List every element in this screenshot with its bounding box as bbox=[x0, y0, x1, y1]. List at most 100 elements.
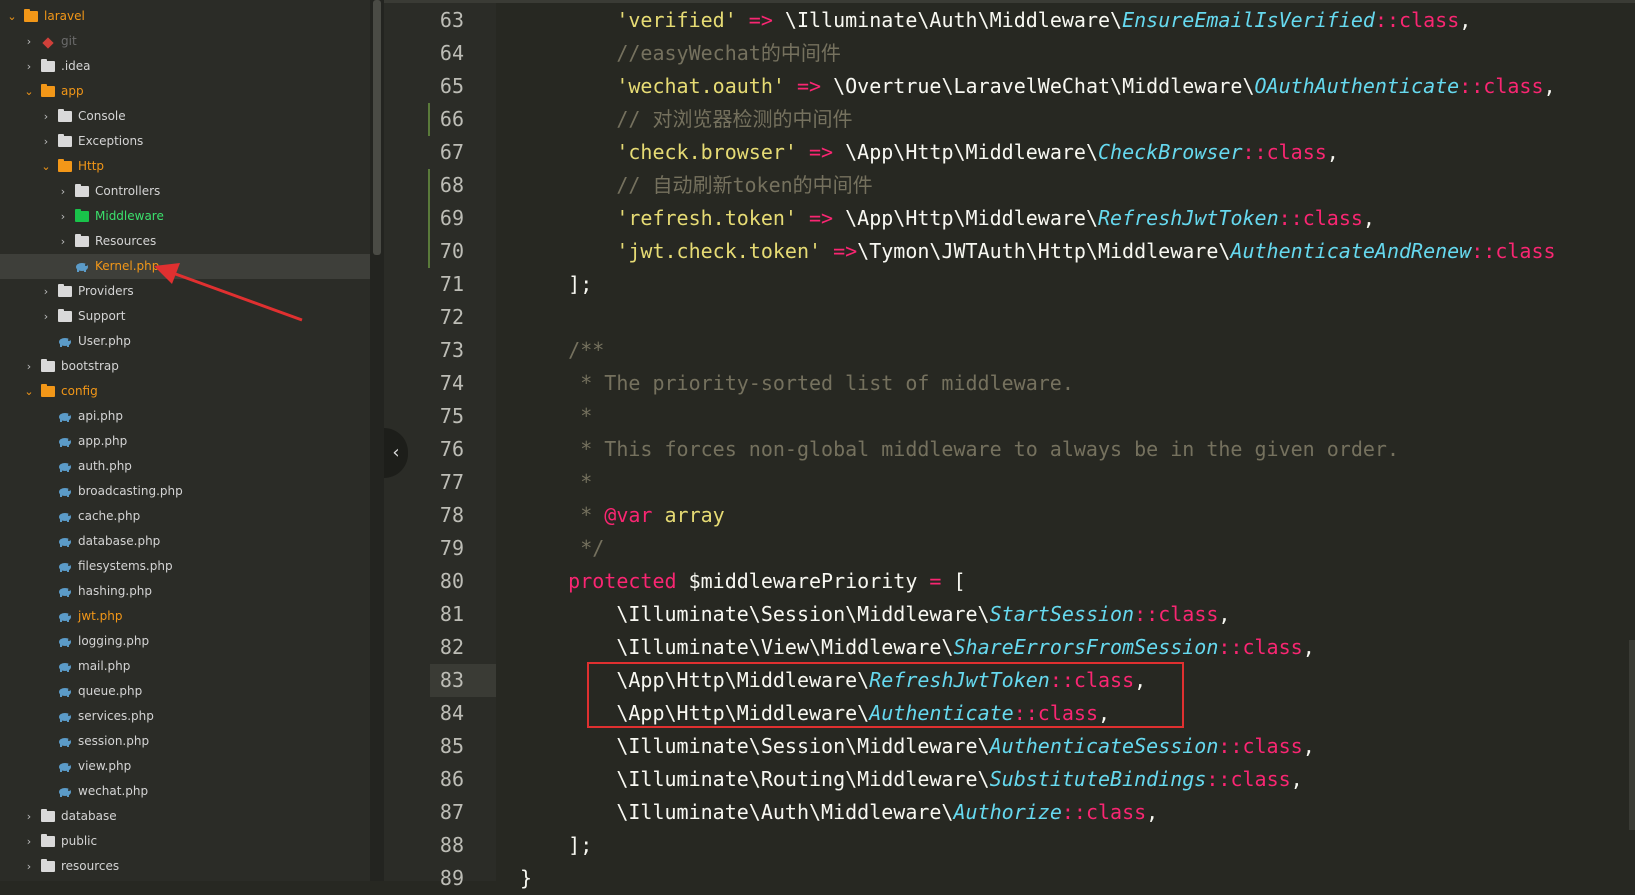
chevron-right-icon[interactable]: › bbox=[23, 54, 35, 79]
tree-item-resources[interactable]: › Resources bbox=[0, 229, 370, 254]
line-number: 87 bbox=[439, 800, 464, 824]
line-number: 84 bbox=[439, 701, 464, 725]
code-line[interactable]: ]; bbox=[520, 829, 1635, 862]
code-token: => bbox=[796, 140, 846, 164]
code-line[interactable]: \Illuminate\Session\Middleware\Authentic… bbox=[520, 730, 1635, 763]
code-line[interactable]: * bbox=[520, 400, 1635, 433]
tree-item-mail-php[interactable]: mail.php bbox=[0, 654, 370, 679]
chevron-right-icon[interactable]: › bbox=[57, 229, 69, 254]
code-token: * bbox=[520, 503, 605, 527]
tree-item-filesystems-php[interactable]: filesystems.php bbox=[0, 554, 370, 579]
code-line[interactable]: * This forces non-global middleware to a… bbox=[520, 433, 1635, 466]
tree-item-bootstrap[interactable]: › bootstrap bbox=[0, 354, 370, 379]
code-line[interactable]: 'wechat.oauth' => \Overtrue\LaravelWeCha… bbox=[520, 70, 1635, 103]
chevron-down-icon[interactable]: ⌄ bbox=[40, 154, 52, 179]
tree-item-view-php[interactable]: view.php bbox=[0, 754, 370, 779]
tree-item-label: app.php bbox=[78, 434, 128, 448]
chevron-down-icon[interactable]: ⌄ bbox=[23, 79, 35, 104]
line-number: 74 bbox=[439, 371, 464, 395]
code-token: \Illuminate\Session\Middleware\ bbox=[520, 602, 990, 626]
tree-item-app-php[interactable]: app.php bbox=[0, 429, 370, 454]
chevron-right-icon[interactable]: › bbox=[23, 354, 35, 379]
tree-item-public[interactable]: › public bbox=[0, 829, 370, 854]
code-line[interactable]: \Illuminate\Session\Middleware\StartSess… bbox=[520, 598, 1635, 631]
tree-item-console[interactable]: › Console bbox=[0, 104, 370, 129]
code-line[interactable]: // 对浏览器检测的中间件 bbox=[520, 103, 1635, 136]
chevron-right-icon[interactable]: › bbox=[40, 304, 52, 329]
tree-item-app[interactable]: ⌄ app bbox=[0, 79, 370, 104]
tree-item-user-php[interactable]: User.php bbox=[0, 329, 370, 354]
code-token: , bbox=[1146, 800, 1159, 824]
code-line[interactable]: 'check.browser' => \App\Http\Middleware\… bbox=[520, 136, 1635, 169]
code-line[interactable]: // 自动刷新token的中间件 bbox=[520, 169, 1635, 202]
code-line[interactable]: /** bbox=[520, 334, 1635, 367]
tree-item-middleware[interactable]: › Middleware bbox=[0, 204, 370, 229]
code-line[interactable]: * @var array bbox=[520, 499, 1635, 532]
tree-item-cache-php[interactable]: cache.php bbox=[0, 504, 370, 529]
sidebar-scrollbar-thumb[interactable] bbox=[373, 0, 381, 255]
tree-item-queue-php[interactable]: queue.php bbox=[0, 679, 370, 704]
chevron-right-icon[interactable]: › bbox=[40, 129, 52, 154]
code-line[interactable]: ]; bbox=[520, 268, 1635, 301]
tree-item-database[interactable]: › database bbox=[0, 804, 370, 829]
tree-item-label: auth.php bbox=[78, 459, 132, 473]
php-file-icon bbox=[58, 485, 72, 498]
code-line[interactable]: \Illuminate\Routing\Middleware\Substitut… bbox=[520, 763, 1635, 796]
chevron-down-icon[interactable]: ⌄ bbox=[6, 4, 18, 29]
chevron-right-icon[interactable]: › bbox=[23, 29, 35, 54]
code-line[interactable]: \Illuminate\View\Middleware\ShareErrorsF… bbox=[520, 631, 1635, 664]
code-token: , bbox=[1218, 602, 1231, 626]
tree-item-laravel[interactable]: ⌄ laravel bbox=[0, 4, 370, 29]
editor-scrollbar[interactable] bbox=[1629, 640, 1635, 830]
chevron-right-icon[interactable]: › bbox=[57, 179, 69, 204]
tree-item-git[interactable]: › git bbox=[0, 29, 370, 54]
chevron-right-icon[interactable]: › bbox=[23, 854, 35, 879]
code-line[interactable]: } bbox=[520, 862, 1635, 895]
code-line[interactable]: 'refresh.token' => \App\Http\Middleware\… bbox=[520, 202, 1635, 235]
tree-item-exceptions[interactable]: › Exceptions bbox=[0, 129, 370, 154]
line-number: 72 bbox=[439, 305, 464, 329]
tree-item-broadcasting-php[interactable]: broadcasting.php bbox=[0, 479, 370, 504]
line-number: 78 bbox=[439, 503, 464, 527]
tree-item-auth-php[interactable]: auth.php bbox=[0, 454, 370, 479]
tree-item-services-php[interactable]: services.php bbox=[0, 704, 370, 729]
code-line[interactable]: \Illuminate\Auth\Middleware\Authorize::c… bbox=[520, 796, 1635, 829]
tree-item-database-php[interactable]: database.php bbox=[0, 529, 370, 554]
tree-item-config[interactable]: ⌄ config bbox=[0, 379, 370, 404]
tree-item-label: Http bbox=[78, 159, 105, 173]
tree-item-resources[interactable]: › resources bbox=[0, 854, 370, 879]
tree-item-controllers[interactable]: › Controllers bbox=[0, 179, 370, 204]
tree-item-label: Support bbox=[78, 309, 126, 323]
code-line[interactable]: */ bbox=[520, 532, 1635, 565]
code-token: $middlewarePriority bbox=[676, 569, 930, 593]
tree-item-http[interactable]: ⌄ Http bbox=[0, 154, 370, 179]
code-line[interactable] bbox=[520, 301, 1635, 334]
tree-item-wechat-php[interactable]: wechat.php bbox=[0, 779, 370, 804]
code-line[interactable]: 'verified' => \Illuminate\Auth\Middlewar… bbox=[520, 4, 1635, 37]
code-line[interactable]: * bbox=[520, 466, 1635, 499]
chevron-right-icon[interactable]: › bbox=[23, 829, 35, 854]
tree-item-label: logging.php bbox=[78, 634, 150, 648]
php-file-icon bbox=[58, 735, 72, 748]
tree-item--idea[interactable]: › .idea bbox=[0, 54, 370, 79]
code-line[interactable]: protected $middlewarePriority = [ bbox=[520, 565, 1635, 598]
code-line[interactable]: //easyWechat的中间件 bbox=[520, 37, 1635, 70]
chevron-right-icon[interactable]: › bbox=[40, 104, 52, 129]
tree-item-api-php[interactable]: api.php bbox=[0, 404, 370, 429]
php-file-icon bbox=[58, 335, 72, 348]
tree-item-logging-php[interactable]: logging.php bbox=[0, 629, 370, 654]
chevron-right-icon[interactable]: › bbox=[23, 804, 35, 829]
code-line[interactable]: 'jwt.check.token' =>\Tymon\JWTAuth\Http\… bbox=[520, 235, 1635, 268]
code-token: => bbox=[736, 8, 785, 32]
tree-item-session-php[interactable]: session.php bbox=[0, 729, 370, 754]
tree-item-hashing-php[interactable]: hashing.php bbox=[0, 579, 370, 604]
code-line[interactable]: * The priority-sorted list of middleware… bbox=[520, 367, 1635, 400]
chevron-right-icon[interactable]: › bbox=[40, 279, 52, 304]
chevron-right-icon[interactable]: › bbox=[57, 204, 69, 229]
php-file-icon bbox=[58, 510, 72, 523]
chevron-down-icon[interactable]: ⌄ bbox=[23, 379, 35, 404]
editor-tab-strip bbox=[384, 0, 1635, 3]
tree-item-jwt-php[interactable]: jwt.php bbox=[0, 604, 370, 629]
line-number: 73 bbox=[439, 338, 464, 362]
